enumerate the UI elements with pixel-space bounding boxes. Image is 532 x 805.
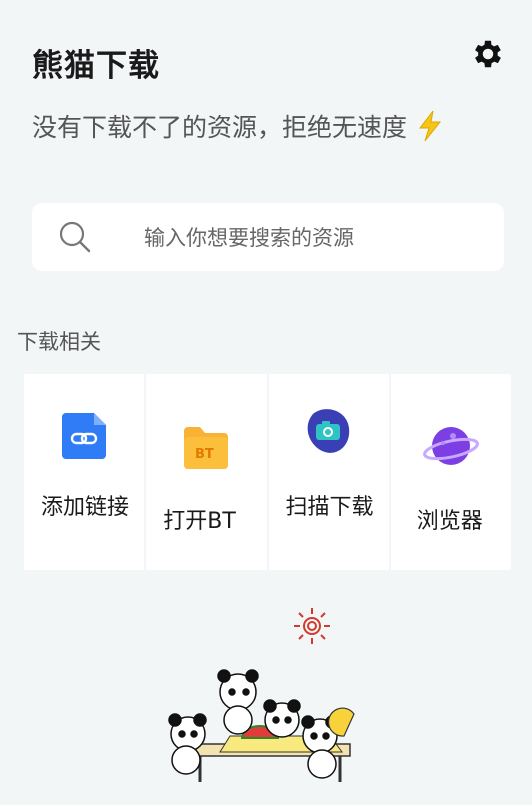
open-bt-button[interactable]: BT 打开BT (146, 374, 267, 570)
download-actions-grid: 添加链接 BT 打开BT 扫描下载 浏览器 (24, 374, 511, 570)
open-bt-label: 打开BT (163, 509, 236, 534)
gear-icon (475, 40, 501, 68)
camera-scan-icon (301, 404, 357, 460)
browser-button[interactable]: 浏览器 (390, 374, 511, 570)
add-link-button[interactable]: 添加链接 (24, 374, 145, 570)
bt-folder-icon: BT (178, 420, 234, 476)
settings-button[interactable] (468, 34, 508, 74)
scan-download-button[interactable]: 扫描下载 (268, 374, 389, 570)
lightning-bolt-icon (417, 110, 443, 142)
slogan-text: 没有下载不了的资源，拒绝无速度 (32, 113, 408, 142)
slogan: 没有下载不了的资源，拒绝无速度 (32, 108, 443, 144)
scan-download-label: 扫描下载 (285, 495, 374, 520)
planet-browser-icon (422, 418, 479, 474)
pandas-picnic-illustration (160, 596, 380, 796)
browser-label: 浏览器 (416, 509, 483, 534)
svg-text:BT: BT (195, 447, 214, 462)
app-title: 熊猫下载 (32, 48, 160, 84)
section-title: 下载相关 (17, 330, 101, 354)
link-file-icon (56, 408, 112, 464)
add-link-label: 添加链接 (41, 495, 130, 520)
search-bar[interactable]: 输入你想要搜索的资源 (32, 203, 504, 271)
search-icon (58, 220, 92, 254)
search-input[interactable]: 输入你想要搜索的资源 (144, 222, 354, 252)
